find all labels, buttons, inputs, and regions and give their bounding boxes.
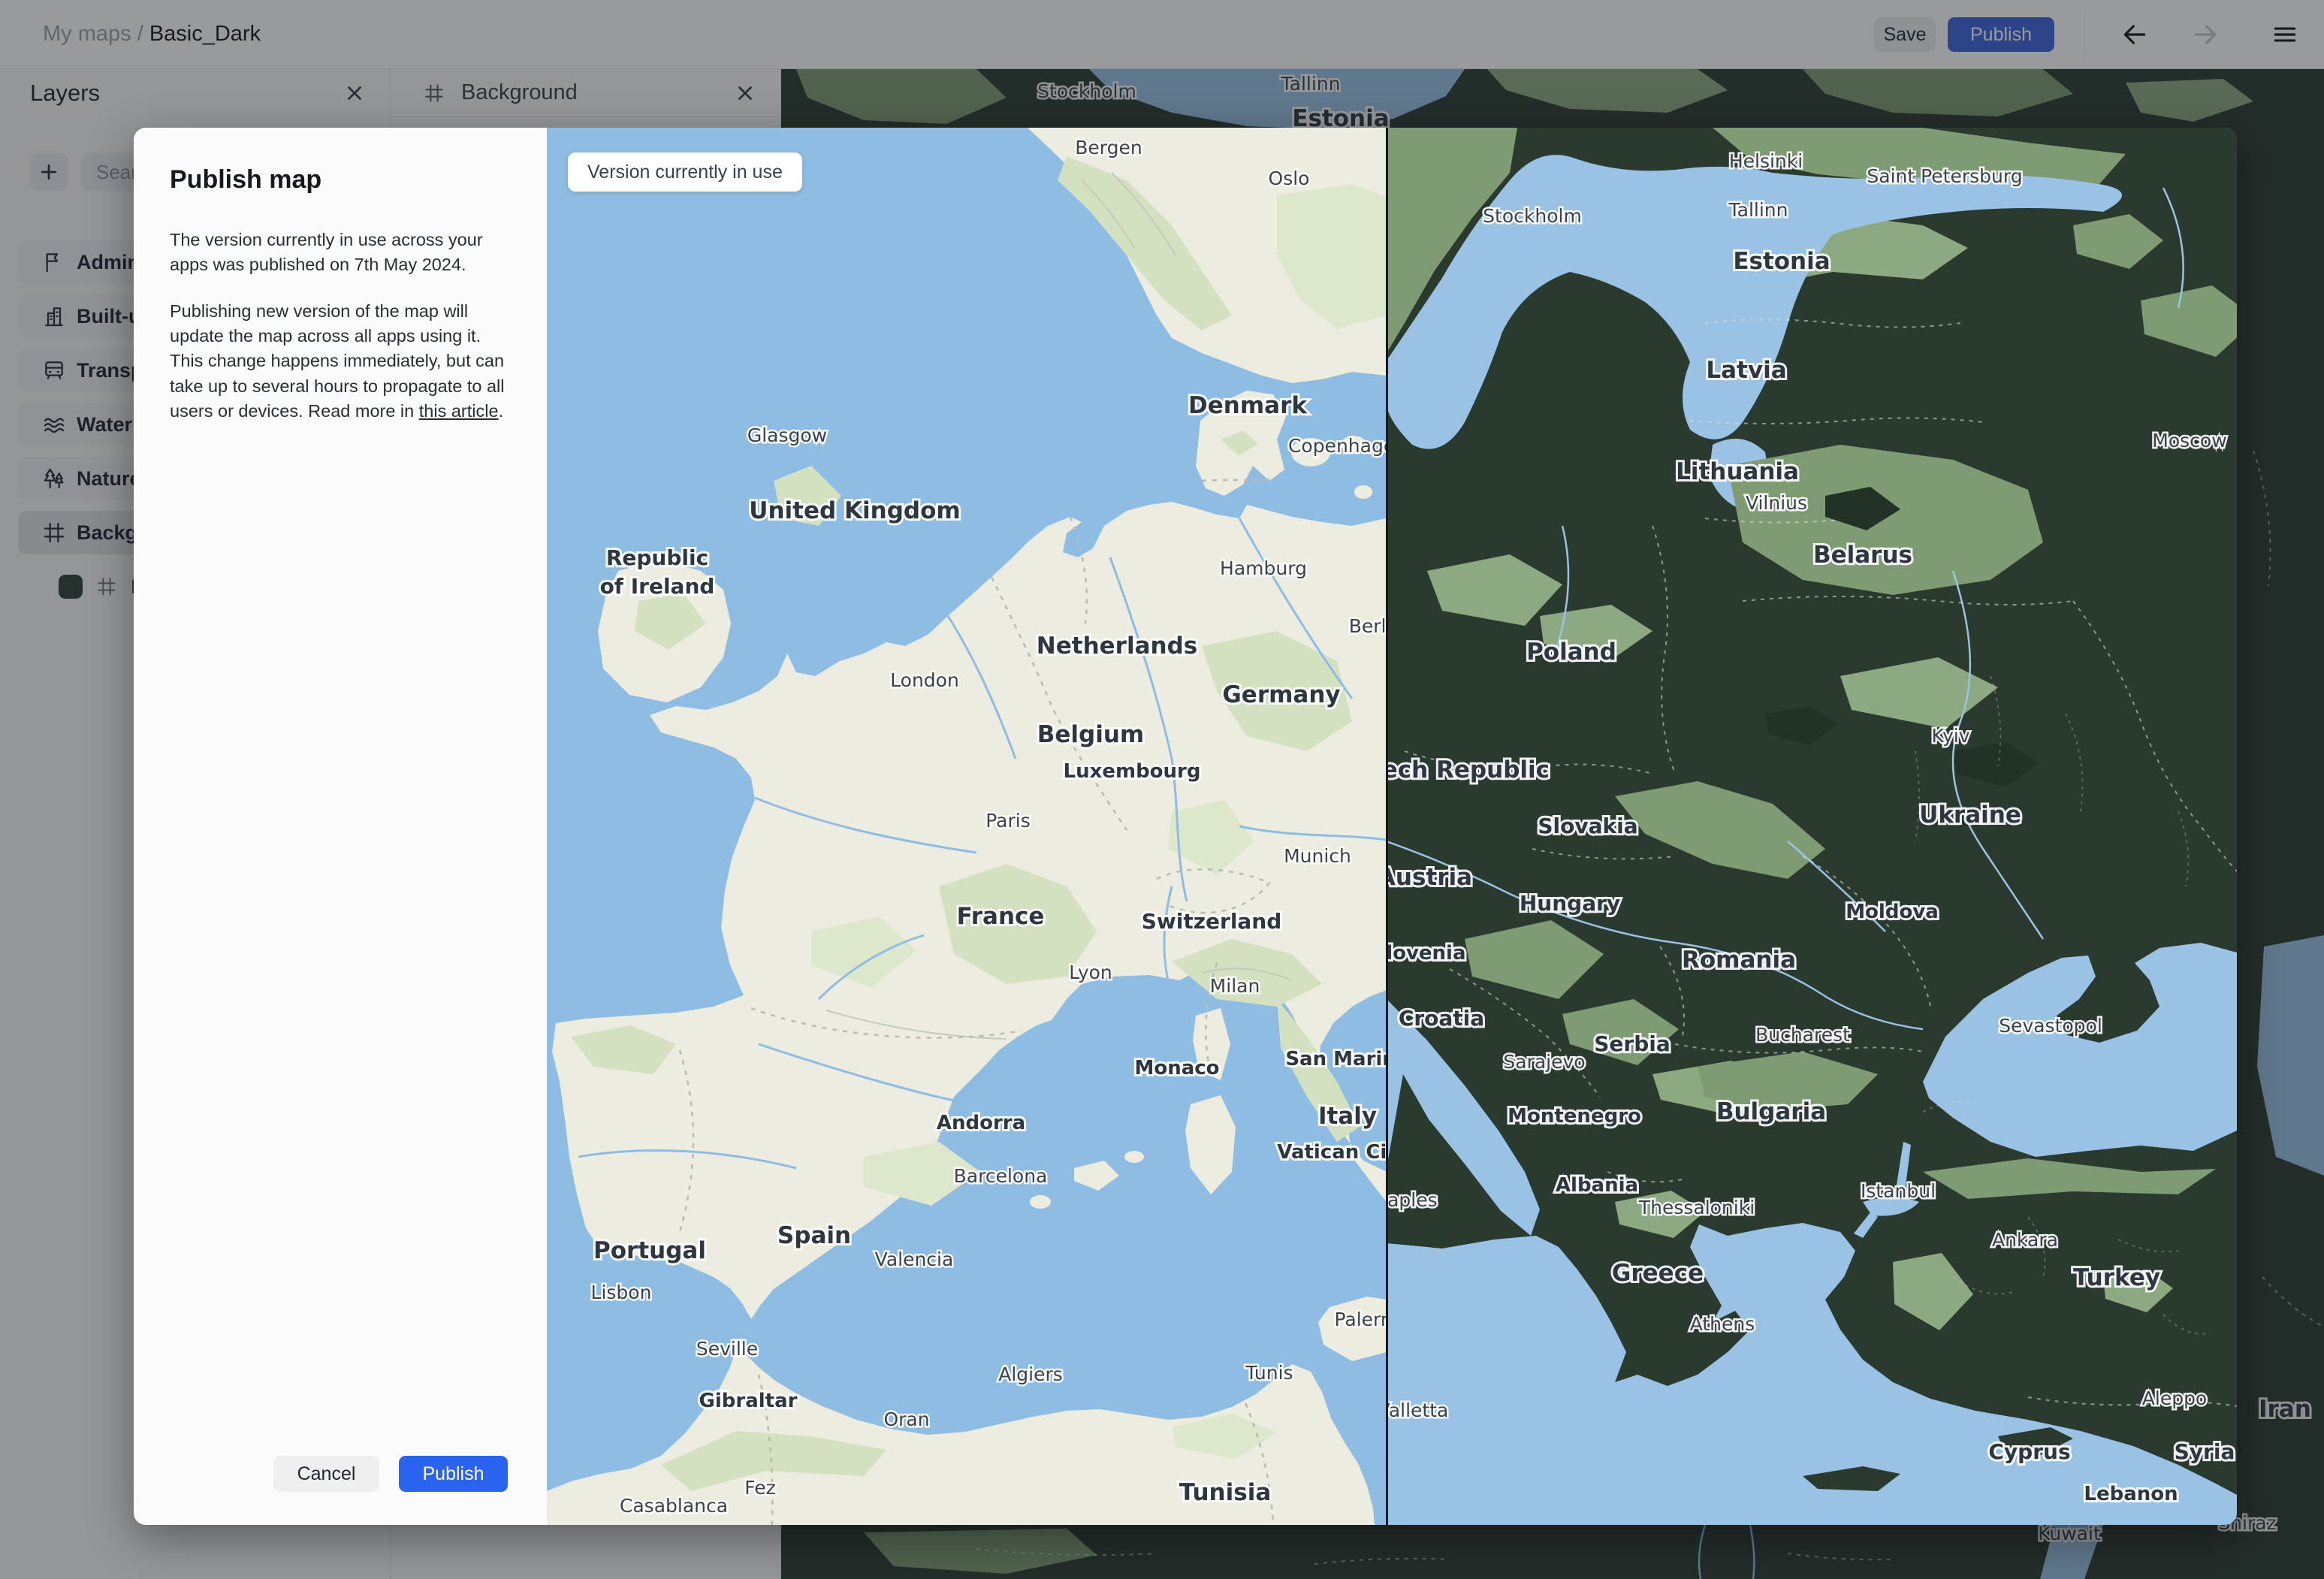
map-label: Moldova bbox=[1846, 901, 1939, 923]
map-label: Seville bbox=[696, 1338, 758, 1360]
map-label: Albania bbox=[1556, 1174, 1638, 1197]
map-label: Latvia bbox=[1706, 357, 1786, 384]
map-label: Munich bbox=[1284, 845, 1351, 867]
map-label: Oslo bbox=[1269, 168, 1310, 189]
map-label: Hungary bbox=[1520, 891, 1620, 916]
map-label: Portugal bbox=[593, 1237, 706, 1264]
map-label: Croatia bbox=[1399, 1006, 1484, 1031]
map-label: Istanbul bbox=[1861, 1180, 1936, 1202]
map-label: Slovenia bbox=[1387, 942, 1466, 965]
map-label: Bucharest bbox=[1755, 1024, 1850, 1046]
map-label: Tunisia bbox=[1179, 1479, 1272, 1506]
map-label: Kyiv bbox=[1931, 725, 1969, 747]
map-label: Copenhagen bbox=[1288, 435, 1387, 457]
map-label: Stockholm bbox=[1483, 205, 1582, 227]
this-article-link[interactable]: this article bbox=[419, 401, 499, 421]
map-label: Estonia bbox=[1733, 248, 1830, 275]
map-label: Valencia bbox=[875, 1248, 954, 1270]
dialog-paragraph-2: Publishing new version of the map will u… bbox=[170, 300, 505, 421]
map-label: Tunis bbox=[1245, 1362, 1293, 1384]
map-label: Algiers bbox=[998, 1363, 1063, 1385]
map-label: Sevastopol bbox=[1999, 1015, 2102, 1037]
publish-dialog: Publish map The version currently in use… bbox=[134, 128, 2237, 1525]
map-label: Turkey bbox=[2073, 1264, 2160, 1291]
map-label: Monaco bbox=[1134, 1057, 1219, 1079]
map-label: London bbox=[890, 669, 959, 691]
map-label: Switzerland bbox=[1142, 909, 1282, 934]
map-label: Lebanon bbox=[2084, 1483, 2178, 1505]
map-label: Montenegro bbox=[1508, 1105, 1641, 1128]
map-label: Czech Republic bbox=[1387, 756, 1550, 783]
map-label: Berlin bbox=[1349, 615, 1387, 637]
map-label: France bbox=[957, 903, 1045, 930]
map-label: Spain bbox=[777, 1222, 851, 1249]
map-label: United Kingdom bbox=[749, 497, 960, 524]
version-current-badge: Version currently in use bbox=[568, 152, 802, 192]
map-label: Bergen bbox=[1075, 137, 1142, 159]
map-label: Moscow bbox=[2152, 430, 2226, 451]
version-comparison: Bergen Oslo Glasgow London Copenhagen Hamburg… bbox=[547, 128, 2237, 1525]
map-label: Lyon bbox=[1069, 962, 1112, 983]
map-label: Fez bbox=[744, 1477, 776, 1499]
map-label: Gibraltar bbox=[699, 1390, 798, 1412]
map-label: Hamburg bbox=[1220, 557, 1307, 579]
map-label: Ukraine bbox=[1919, 802, 2021, 829]
map-label: Vatican City bbox=[1277, 1141, 1387, 1164]
map-version-current[interactable]: Bergen Oslo Glasgow London Copenhagen Hamburg… bbox=[547, 128, 1387, 1525]
map-label: of Ireland bbox=[600, 574, 715, 599]
map-label: Republic bbox=[606, 545, 708, 570]
map-label: Romania bbox=[1682, 946, 1796, 974]
map-label: Vilnius bbox=[1746, 492, 1807, 514]
map-label: Paris bbox=[985, 810, 1031, 832]
map-label: Palermo bbox=[1334, 1309, 1387, 1330]
map-label: Syria bbox=[2175, 1439, 2235, 1464]
map-label: Athens bbox=[1690, 1313, 1755, 1335]
map-label: Helsinki bbox=[1729, 150, 1803, 172]
map-label: Cyprus bbox=[1988, 1439, 2070, 1464]
dialog-title: Publish map bbox=[170, 165, 322, 194]
map-label: Italy bbox=[1318, 1103, 1377, 1130]
map-label: Serbia bbox=[1594, 1031, 1671, 1056]
map-label: Ankara bbox=[1992, 1229, 2058, 1251]
map-label: Thessaloniki bbox=[1638, 1197, 1755, 1218]
map-label: San Marino bbox=[1285, 1048, 1387, 1070]
map-label: Austria bbox=[1387, 864, 1472, 891]
map-label: Belgium bbox=[1037, 721, 1144, 748]
map-label: Aleppo bbox=[2142, 1387, 2207, 1409]
map-label: Andorra bbox=[937, 1112, 1025, 1134]
map-version-new[interactable]: Helsinki Saint Petersburg Stockholm Tallinn… bbox=[1387, 128, 2237, 1525]
map-label: Lithuania bbox=[1676, 458, 1799, 485]
map-label: Glasgow bbox=[747, 424, 827, 446]
map-label: Greece bbox=[1612, 1260, 1704, 1287]
map-label: Oran bbox=[883, 1408, 929, 1430]
map-label: Germany bbox=[1222, 681, 1340, 708]
map-label: Sarajevo bbox=[1503, 1051, 1585, 1073]
map-label: Denmark bbox=[1188, 392, 1308, 419]
map-label: Poland bbox=[1526, 639, 1616, 666]
map-label: Netherlands bbox=[1037, 633, 1197, 660]
map-label: Tallinn bbox=[1728, 199, 1788, 221]
cancel-button[interactable]: Cancel bbox=[273, 1456, 379, 1492]
map-label: Slovakia bbox=[1538, 814, 1637, 838]
map-label: Milan bbox=[1210, 975, 1260, 997]
map-label: Casablanca bbox=[620, 1495, 728, 1517]
publish-dialog-card: Publish map The version currently in use… bbox=[134, 128, 547, 1525]
comparison-divider-handle[interactable] bbox=[1386, 128, 1388, 1525]
map-label: Luxembourg bbox=[1064, 760, 1201, 783]
map-label: Saint Petersburg bbox=[1867, 165, 2022, 187]
dialog-paragraph-1: The version currently in use across your… bbox=[170, 230, 483, 275]
map-label: Bulgaria bbox=[1716, 1098, 1826, 1125]
map-label: Valletta bbox=[1387, 1399, 1448, 1421]
map-label: Barcelona bbox=[954, 1165, 1048, 1187]
map-label: Belarus bbox=[1813, 542, 1912, 569]
map-editor-window: Stockholm Tallinn Estonia Kuwait Shiraz Iran … bbox=[0, 0, 2324, 1579]
map-label: Naples bbox=[1387, 1189, 1438, 1211]
map-label: Lisbon bbox=[591, 1282, 652, 1303]
publish-confirm-button[interactable]: Publish bbox=[399, 1456, 508, 1492]
